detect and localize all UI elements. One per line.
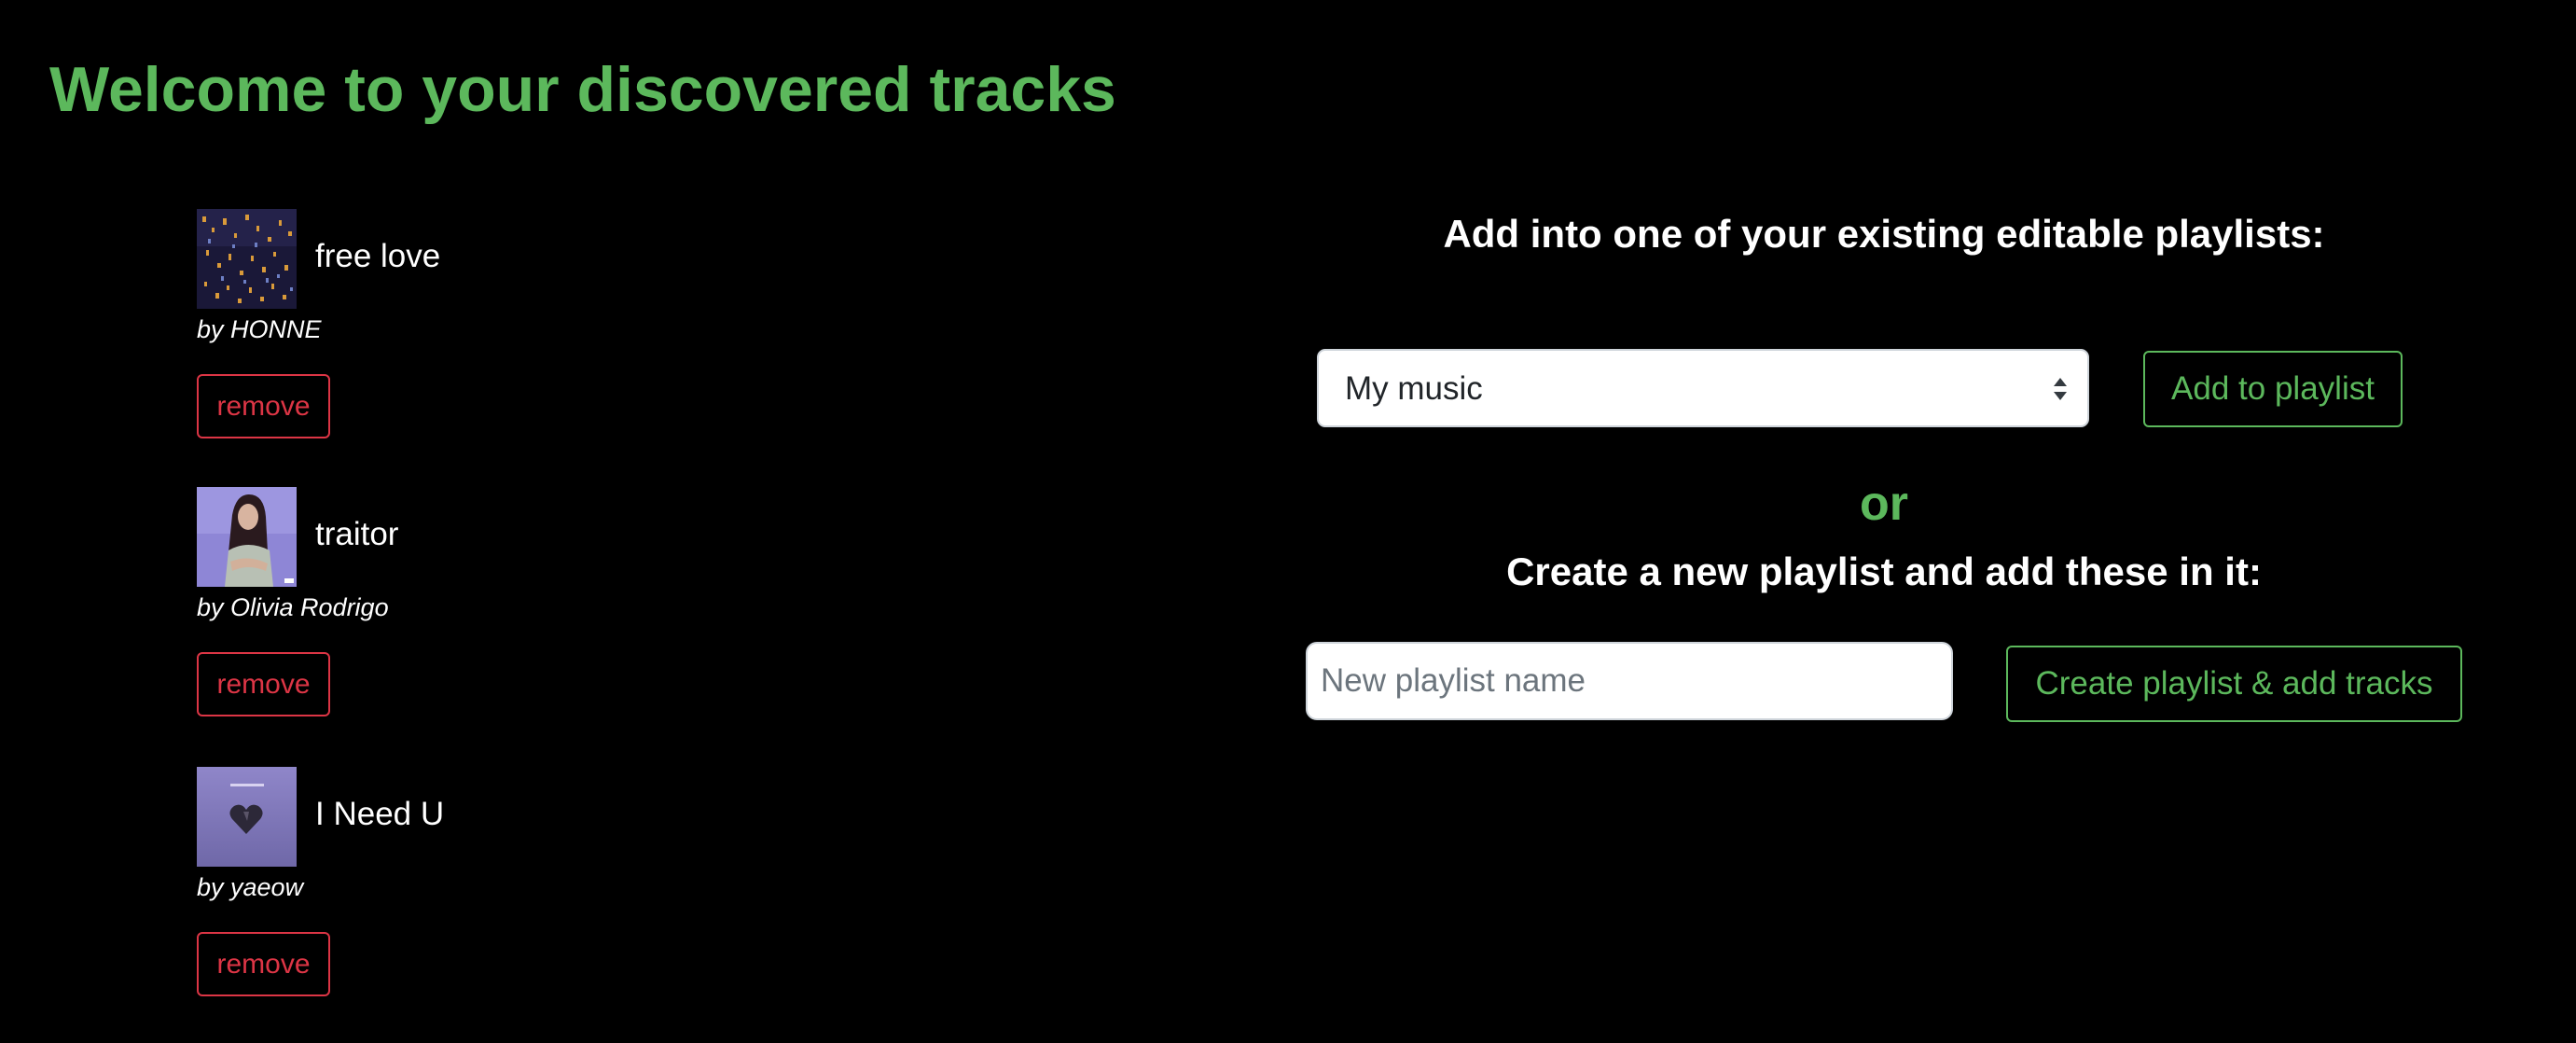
album-cover-city-lights-icon <box>197 209 297 309</box>
track-title: I Need U <box>315 796 445 832</box>
playlist-select[interactable]: My music <box>1317 349 2089 427</box>
page: Welcome to your discovered tracks free l… <box>0 0 2576 1043</box>
track-artist: by HONNE <box>197 315 322 343</box>
new-playlist-heading: Create a new playlist and add these in i… <box>1506 549 2262 593</box>
new-playlist-name-input[interactable] <box>1306 642 1953 720</box>
add-to-playlist-button[interactable]: Add to playlist <box>2143 351 2403 427</box>
track-artist: by Olivia Rodrigo <box>197 593 389 621</box>
create-playlist-button[interactable]: Create playlist & add tracks <box>2006 646 2462 722</box>
album-cover-portrait-icon <box>197 487 297 587</box>
track-title: free love <box>315 238 441 274</box>
track-title: traitor <box>315 516 399 552</box>
or-divider: or <box>1860 477 1908 531</box>
remove-track-button[interactable]: remove <box>197 374 330 438</box>
select-arrows-icon <box>2052 376 2069 402</box>
album-cover-heart-icon <box>197 767 297 867</box>
playlist-select-value: My music <box>1345 370 1483 407</box>
track-artist: by yaeow <box>197 873 304 901</box>
page-title: Welcome to your discovered tracks <box>49 54 1116 125</box>
remove-track-button[interactable]: remove <box>197 932 330 996</box>
remove-track-button[interactable]: remove <box>197 652 330 716</box>
existing-playlists-heading: Add into one of your existing editable p… <box>1443 212 2325 256</box>
